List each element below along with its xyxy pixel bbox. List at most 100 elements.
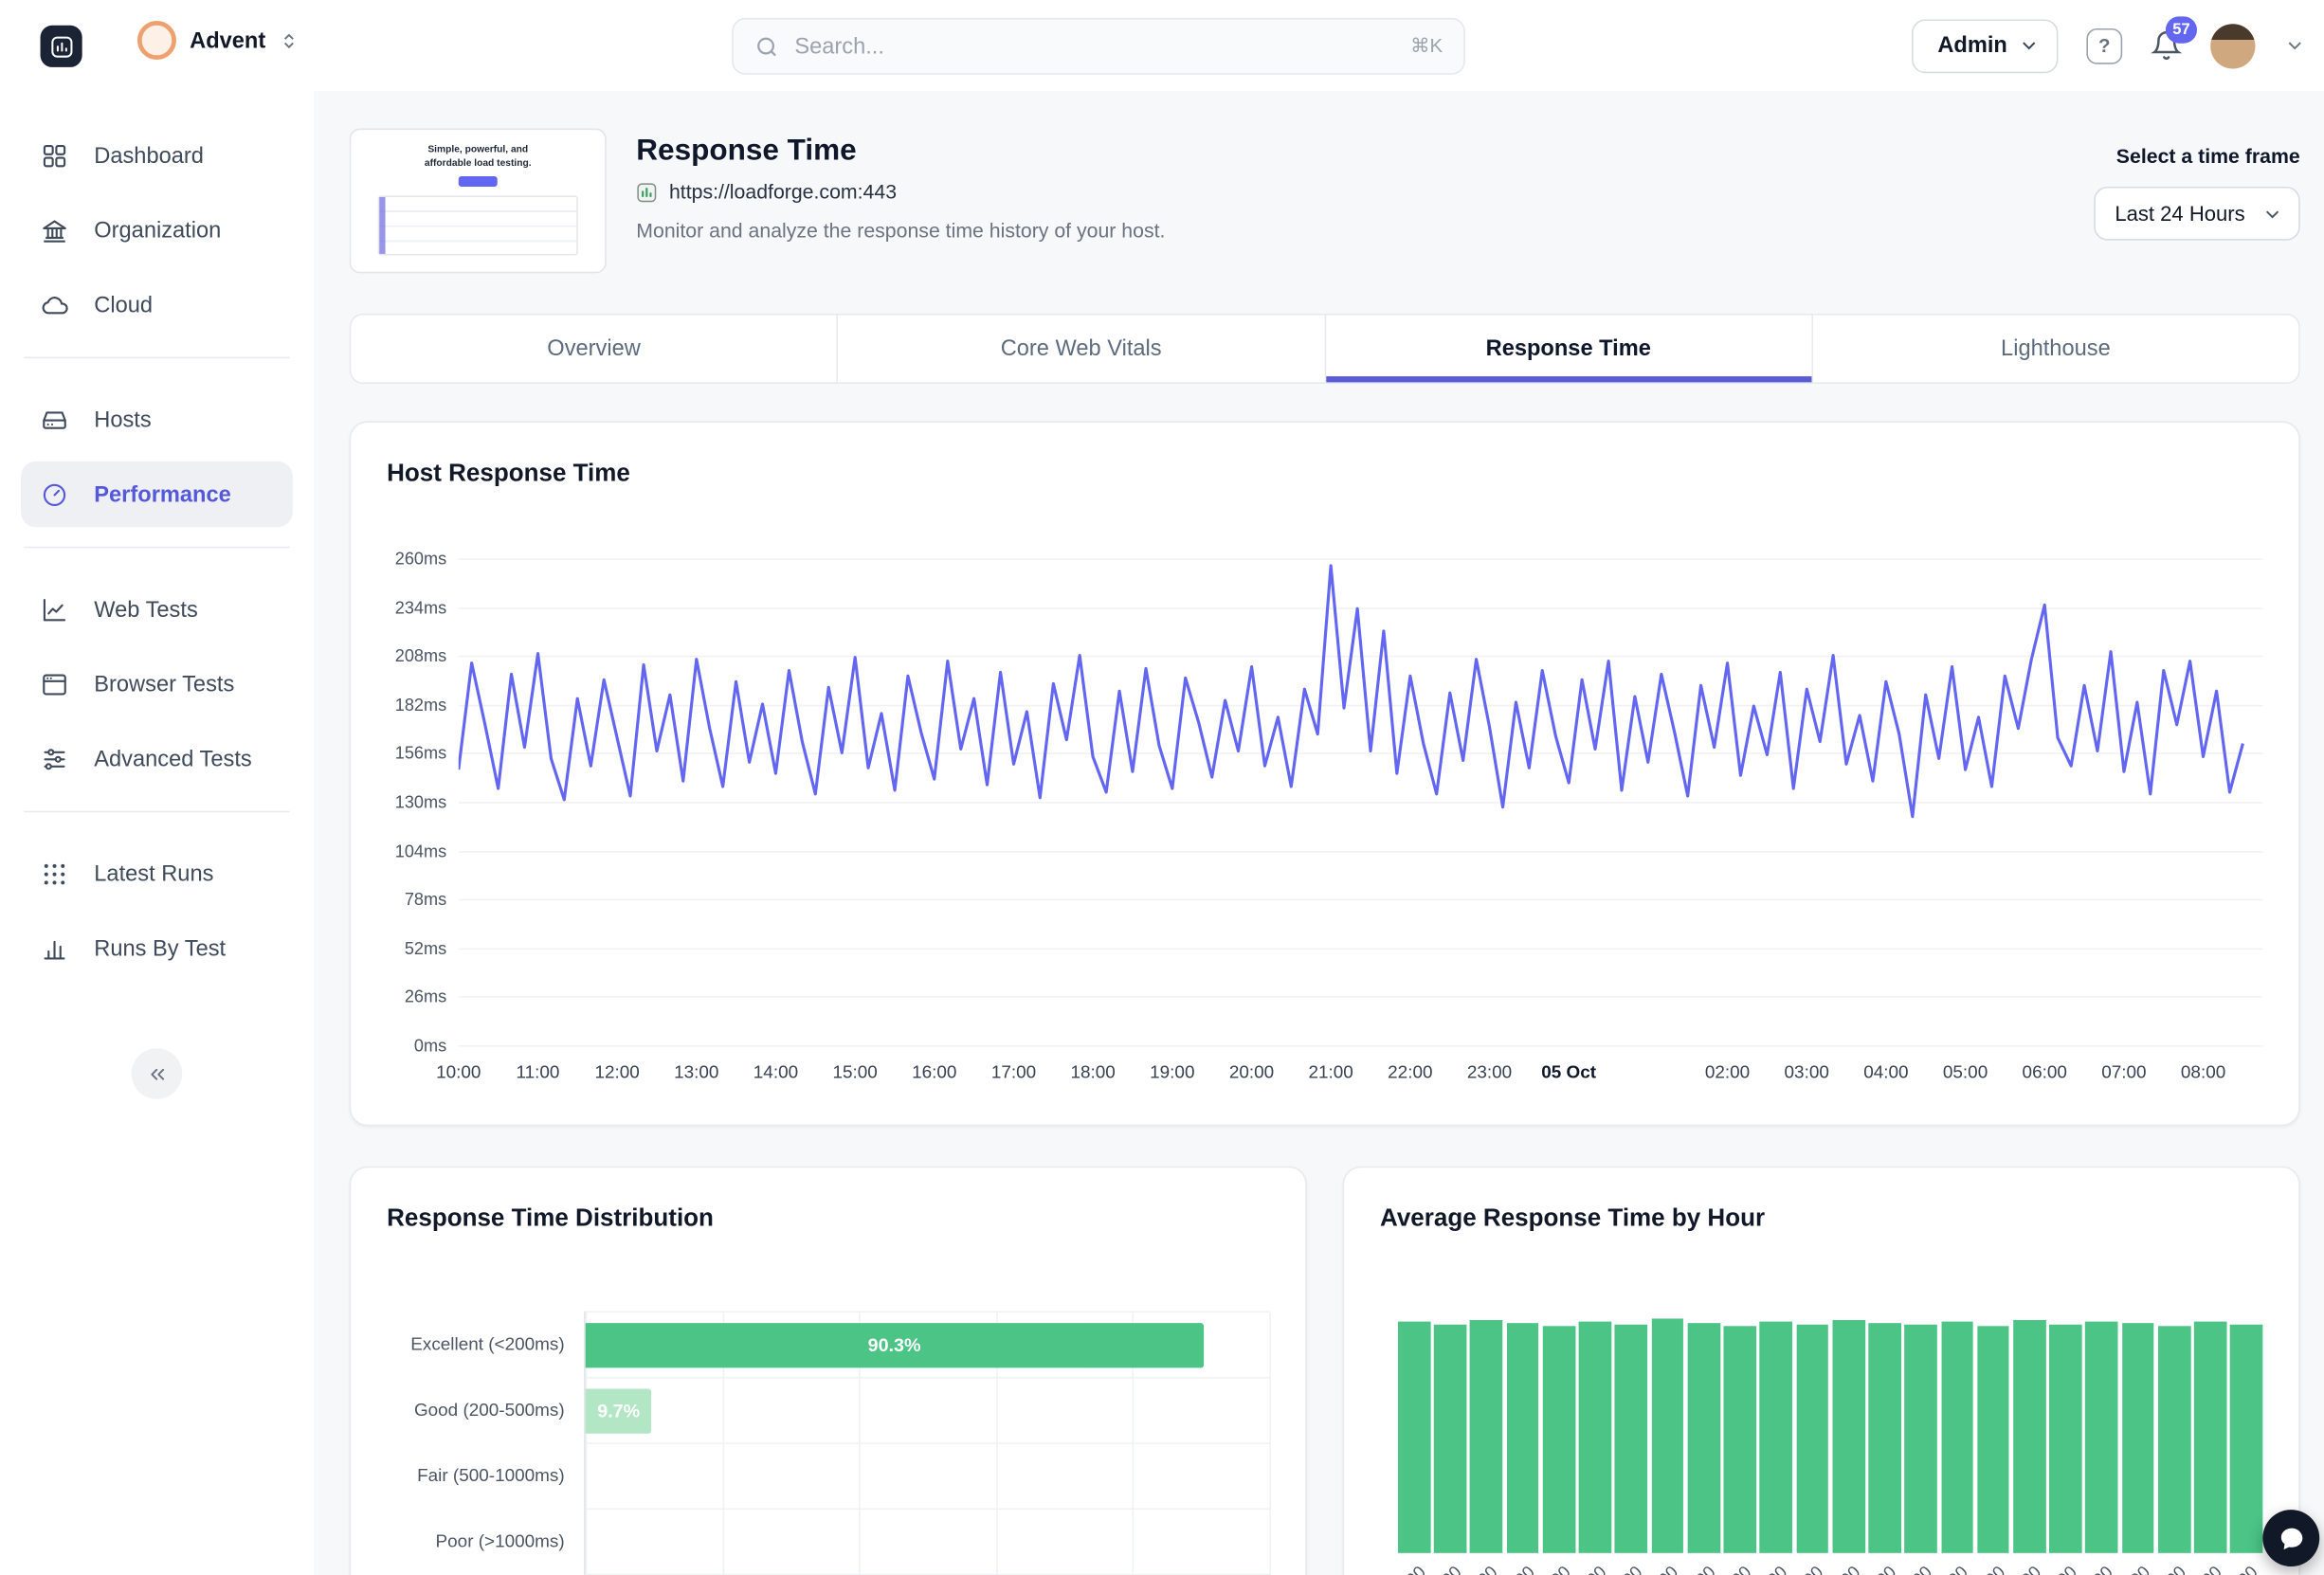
sidebar-item-web-tests[interactable]: Web Tests	[21, 576, 293, 642]
hour-bar-column	[1687, 1314, 1719, 1553]
response-time-distribution-card: Response Time Distribution Excellent (<2…	[350, 1167, 1307, 1575]
user-avatar[interactable]	[2210, 23, 2255, 67]
dist-category-label: Good (200-500ms)	[387, 1377, 584, 1442]
hour-bar	[1977, 1326, 2009, 1553]
sidebar-item-label: Performance	[94, 481, 231, 507]
x-tick-label: 23:00	[1467, 1061, 1512, 1082]
app-window: Advent ⌘K Admin ?	[0, 0, 2324, 1575]
sidebar-item-cloud[interactable]: Cloud	[21, 272, 293, 337]
hour-bar-column	[2049, 1314, 2081, 1553]
hour-bar-column	[2194, 1314, 2226, 1553]
y-tick-label: 182ms	[395, 697, 446, 715]
hour-tick-label: 19:00	[2086, 1553, 2118, 1575]
hour-bar-column	[1941, 1314, 1973, 1553]
sidebar-item-runs-by-test[interactable]: Runs By Test	[21, 915, 293, 981]
sidebar-item-dashboard[interactable]: Dashboard	[21, 122, 293, 188]
chevron-updown-icon	[279, 30, 298, 49]
tab-label: Lighthouse	[2001, 336, 2111, 362]
workspace-switcher[interactable]: Advent	[137, 21, 299, 60]
sidebar-item-label: Browser Tests	[94, 671, 234, 697]
page-description: Monitor and analyze the response time hi…	[636, 220, 1165, 243]
hour-bar-column	[1615, 1314, 1647, 1553]
sidebar-item-organization[interactable]: Organization	[21, 197, 293, 262]
sidebar-item-advanced-tests[interactable]: Advanced Tests	[21, 726, 293, 791]
search-input[interactable]	[794, 33, 1395, 59]
hour-bar	[1615, 1324, 1647, 1552]
timeframe-label: Select a time frame	[2094, 145, 2299, 168]
hour-bar	[1651, 1318, 1683, 1553]
host-url: https://loadforge.com:443	[669, 181, 897, 204]
page-header: Simple, powerful, and affordable load te…	[350, 129, 2300, 274]
tab-label: Overview	[547, 336, 641, 362]
notification-badge: 57	[2166, 16, 2197, 43]
sidebar: Dashboard Organization Cloud Hosts	[0, 91, 314, 1575]
x-tick-label: 22:00	[1388, 1061, 1432, 1082]
dist-bar: 90.3%	[586, 1322, 1204, 1367]
card-title: Average Response Time by Hour	[1380, 1205, 2262, 1234]
chat-widget-button[interactable]	[2262, 1510, 2319, 1566]
x-tick-label: 02:00	[1705, 1061, 1750, 1082]
hour-tick-label: 10:00	[1760, 1553, 1792, 1575]
hour-bar-column	[1760, 1314, 1792, 1553]
hour-bar-column	[1832, 1314, 1864, 1553]
y-tick-label: 130ms	[395, 794, 446, 812]
thumbnail-caption: Simple, powerful, and affordable load te…	[403, 143, 553, 171]
sidebar-item-label: Runs By Test	[94, 935, 226, 961]
hour-tick-label: 06:00	[1615, 1553, 1647, 1575]
timeframe-select[interactable]: Last 24 Hours	[2094, 187, 2299, 241]
sidebar-item-label: Dashboard	[94, 142, 204, 168]
sliders-icon	[41, 745, 69, 773]
user-menu-button[interactable]	[2283, 34, 2306, 57]
hour-bar-column	[1868, 1314, 1900, 1553]
bar-chart-icon	[41, 934, 69, 963]
dist-row	[586, 1444, 1270, 1510]
sidebar-collapse-button[interactable]	[132, 1048, 183, 1099]
x-tick-label: 21:00	[1308, 1061, 1353, 1082]
tab-response-time[interactable]: Response Time	[1326, 314, 1813, 384]
dist-plot: 02040608010090.3%9.7%	[584, 1312, 1269, 1575]
tab-overview[interactable]: Overview	[350, 314, 839, 384]
hour-bar	[1868, 1323, 1900, 1553]
hour-tick-label: 03:00	[1507, 1553, 1539, 1575]
dist-category-label: Fair (500-1000ms)	[387, 1442, 584, 1508]
search-icon	[754, 33, 780, 59]
hour-tick-text: 00:00	[1387, 1564, 1429, 1575]
x-tick-label: 12:00	[594, 1061, 639, 1082]
help-icon: ?	[2098, 34, 2111, 57]
hour-tick-label: 13:00	[1868, 1553, 1900, 1575]
help-button[interactable]: ?	[2086, 27, 2122, 63]
sidebar-divider	[24, 357, 289, 359]
dist-row: 9.7%	[586, 1378, 1270, 1443]
y-tick-label: 0ms	[414, 1038, 446, 1056]
hour-bar	[1724, 1326, 1756, 1553]
app-logo[interactable]	[41, 26, 82, 67]
hour-bar-column	[2122, 1314, 2154, 1553]
sidebar-item-hosts[interactable]: Hosts	[21, 387, 293, 452]
x-tick-label: 16:00	[912, 1061, 956, 1082]
thumbnail-button-shape	[459, 176, 498, 187]
notifications-button[interactable]: 57	[2151, 30, 2182, 62]
dist-labels: Excellent (<200ms)Good (200-500ms)Fair (…	[387, 1312, 584, 1575]
sidebar-item-performance[interactable]: Performance	[21, 462, 293, 527]
page-header-info: Response Time https://loadforge.com:443 …	[636, 129, 1165, 243]
chat-bubble-icon	[2277, 1524, 2305, 1552]
global-search[interactable]: ⌘K	[732, 18, 1465, 75]
distribution-chart: Excellent (<200ms)Good (200-500ms)Fair (…	[387, 1312, 1269, 1575]
sidebar-item-browser-tests[interactable]: Browser Tests	[21, 651, 293, 716]
hour-tick-label: 08:00	[1687, 1553, 1719, 1575]
hour-bar	[1579, 1321, 1611, 1552]
host-url-link[interactable]: https://loadforge.com:443	[636, 181, 1165, 204]
sidebar-item-latest-runs[interactable]: Latest Runs	[21, 841, 293, 906]
x-tick-label: 13:00	[674, 1061, 718, 1082]
hour-tick-label: 12:00	[1832, 1553, 1864, 1575]
tab-core-web-vitals[interactable]: Core Web Vitals	[838, 314, 1325, 384]
x-tick-label: 15:00	[832, 1061, 877, 1082]
hour-bar	[1507, 1323, 1539, 1553]
hour-bar-column	[1651, 1314, 1683, 1553]
hour-bar-column	[1398, 1314, 1430, 1553]
dist-row	[586, 1510, 1270, 1575]
hour-tick-label: 00:00	[1398, 1553, 1430, 1575]
hour-bar	[1434, 1324, 1466, 1552]
tab-lighthouse[interactable]: Lighthouse	[1813, 314, 2300, 384]
admin-menu-button[interactable]: Admin	[1913, 19, 2059, 73]
